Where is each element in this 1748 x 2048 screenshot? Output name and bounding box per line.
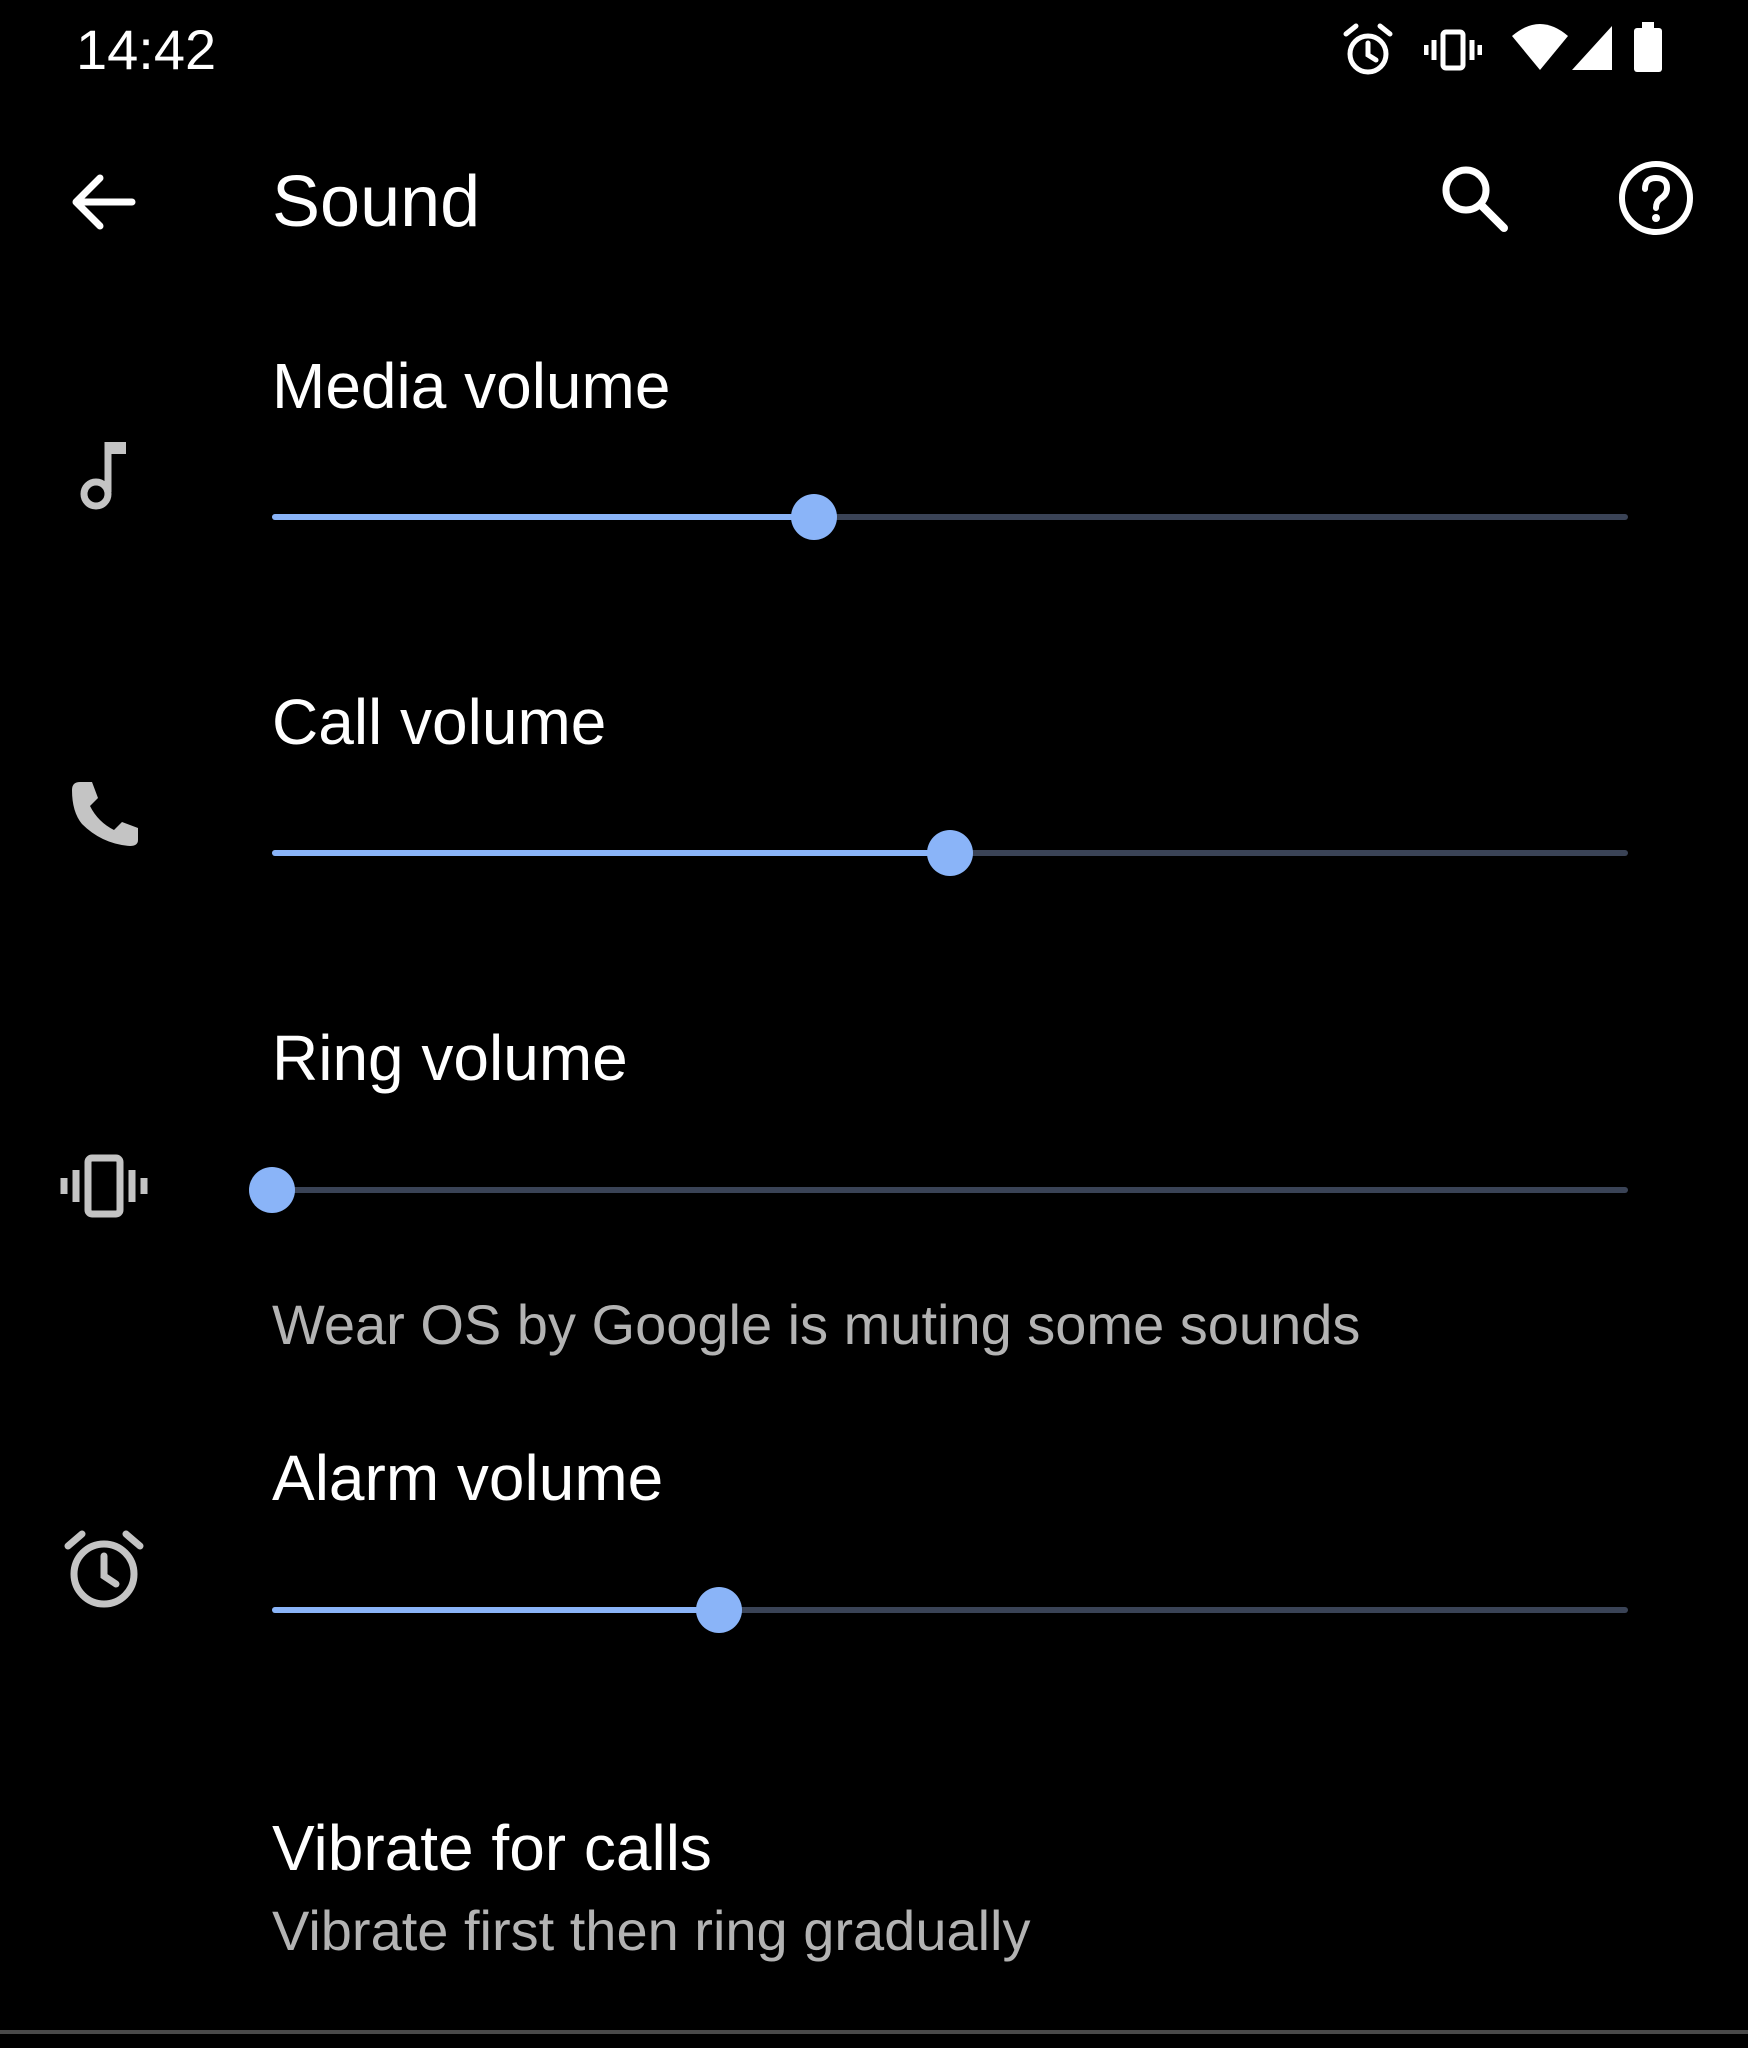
slider-thumb[interactable] [249,1167,295,1213]
wifi-icon [1512,24,1568,70]
help-icon[interactable] [1614,156,1698,240]
cell-signal-icon [1572,26,1612,70]
app-bar: Sound [0,130,1748,270]
alarm-icon [1343,23,1393,75]
alarm-icon [64,1530,144,1608]
back-arrow-icon[interactable] [60,160,144,244]
slider-thumb[interactable] [696,1587,743,1633]
ring-muted-note: Wear OS by Google is muting some sounds [272,1293,1361,1356]
ring-volume-slider[interactable] [249,1160,1628,1220]
slider-fill [272,850,950,856]
call-volume-slider[interactable] [272,823,1628,883]
battery-icon [1634,22,1662,72]
status-time: 14:42 [76,18,217,81]
media-volume-slider[interactable] [272,487,1628,547]
slider-thumb[interactable] [791,494,838,540]
slider-fill [272,514,815,520]
slider-fill [272,1607,720,1613]
slider-thumb[interactable] [927,830,973,876]
vibrate-for-calls-title: Vibrate for calls [272,1812,712,1884]
media-volume-label: Media volume [272,350,671,422]
music-note-icon [80,442,126,510]
vibrate-icon [60,1154,148,1218]
alarm-volume-label: Alarm volume [272,1442,664,1514]
phone-icon [72,782,138,846]
status-bar: 14:42 [0,0,1748,100]
bottom-divider [0,2030,1748,2034]
status-icons [1340,18,1680,82]
vibrate-icon [1424,29,1482,71]
alarm-volume-slider[interactable] [272,1580,1628,1640]
ring-volume-label: Ring volume [272,1022,628,1094]
search-icon[interactable] [1432,156,1516,240]
vibrate-for-calls-summary: Vibrate first then ring gradually [272,1899,1031,1962]
vibrate-for-calls-item[interactable]: Vibrate for calls Vibrate first then rin… [0,1800,1748,2000]
page-title: Sound [272,162,481,242]
call-volume-label: Call volume [272,686,607,758]
